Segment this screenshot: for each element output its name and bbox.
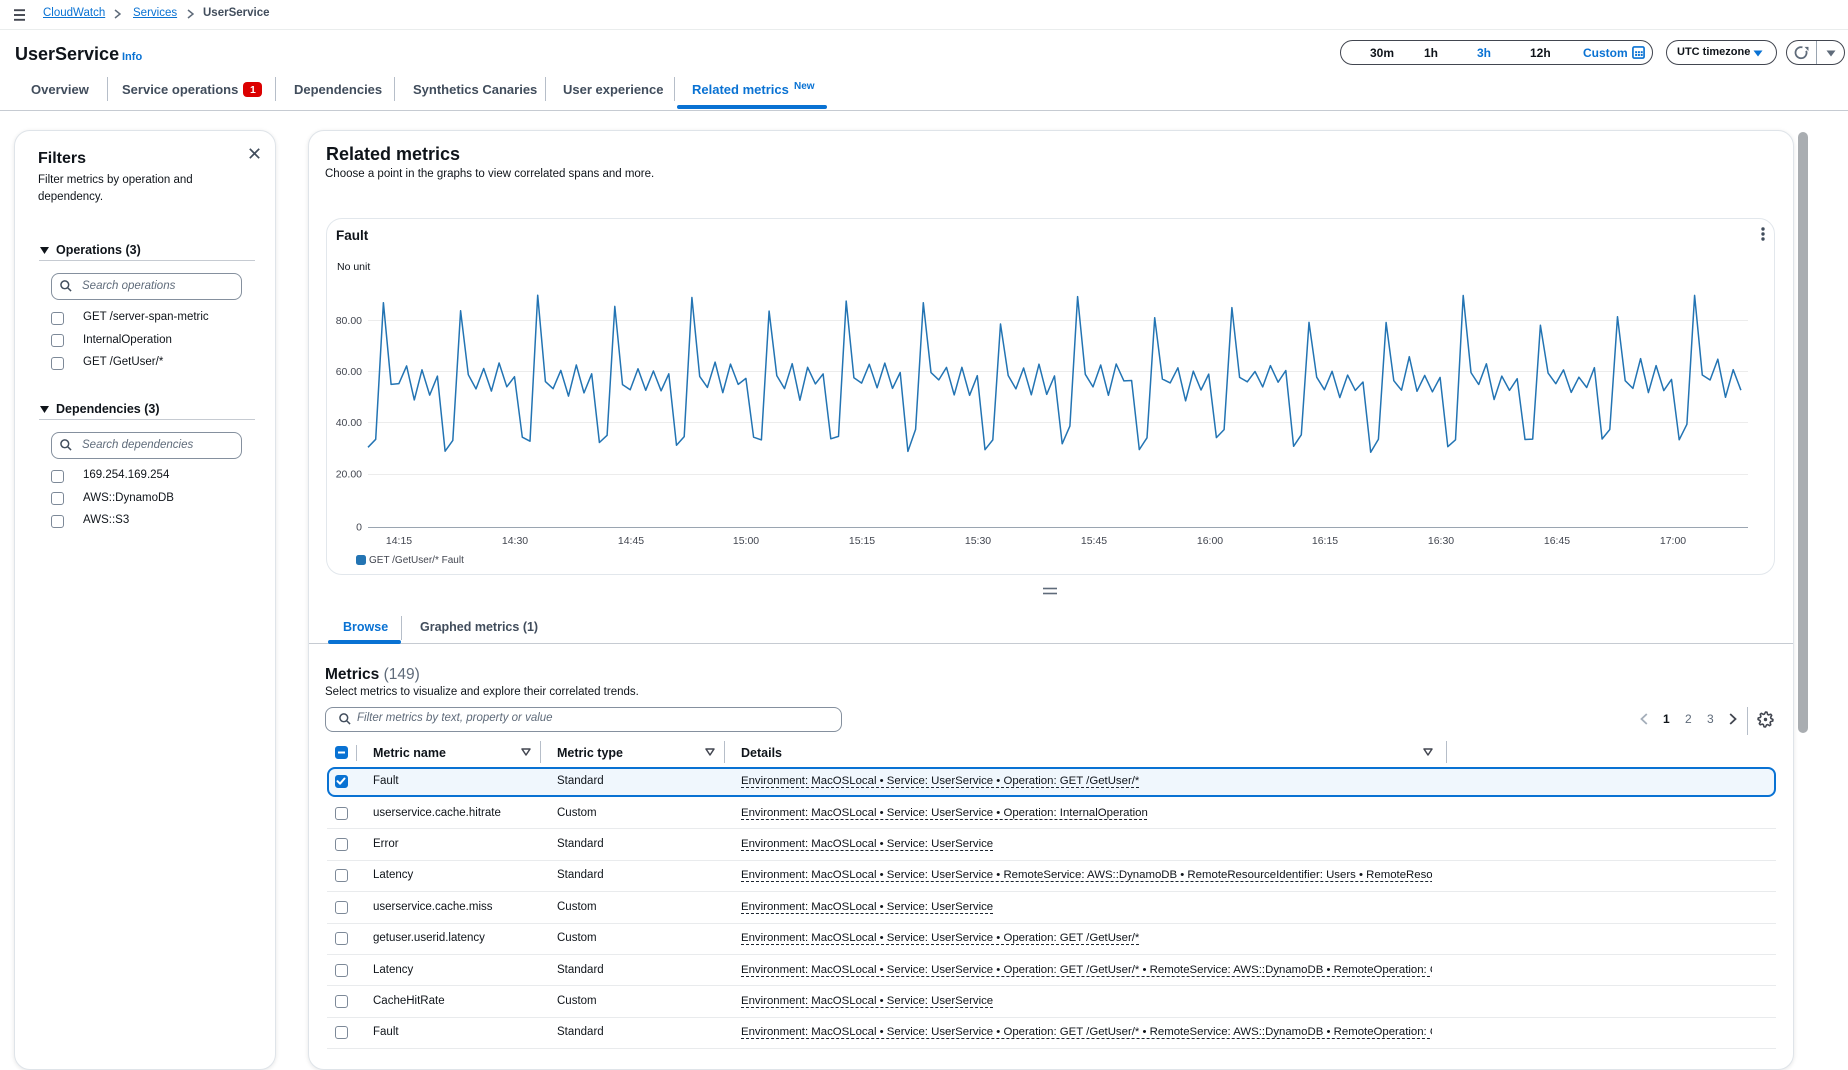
svg-text:16:00: 16:00: [1197, 535, 1223, 547]
svg-text:15:00: 15:00: [733, 535, 759, 547]
svg-text:16:30: 16:30: [1428, 535, 1454, 547]
svg-text:0: 0: [356, 522, 362, 534]
svg-text:40.00: 40.00: [336, 417, 362, 429]
svg-text:15:15: 15:15: [849, 535, 875, 547]
svg-text:80.00: 80.00: [336, 315, 362, 327]
svg-text:14:30: 14:30: [502, 535, 528, 547]
svg-text:60.00: 60.00: [336, 366, 362, 378]
svg-text:14:15: 14:15: [386, 535, 412, 547]
svg-text:17:00: 17:00: [1660, 535, 1686, 547]
svg-text:16:45: 16:45: [1544, 535, 1570, 547]
svg-text:15:30: 15:30: [965, 535, 991, 547]
svg-text:15:45: 15:45: [1081, 535, 1107, 547]
svg-text:14:45: 14:45: [618, 535, 644, 547]
svg-text:20.00: 20.00: [336, 469, 362, 481]
svg-text:16:15: 16:15: [1312, 535, 1338, 547]
